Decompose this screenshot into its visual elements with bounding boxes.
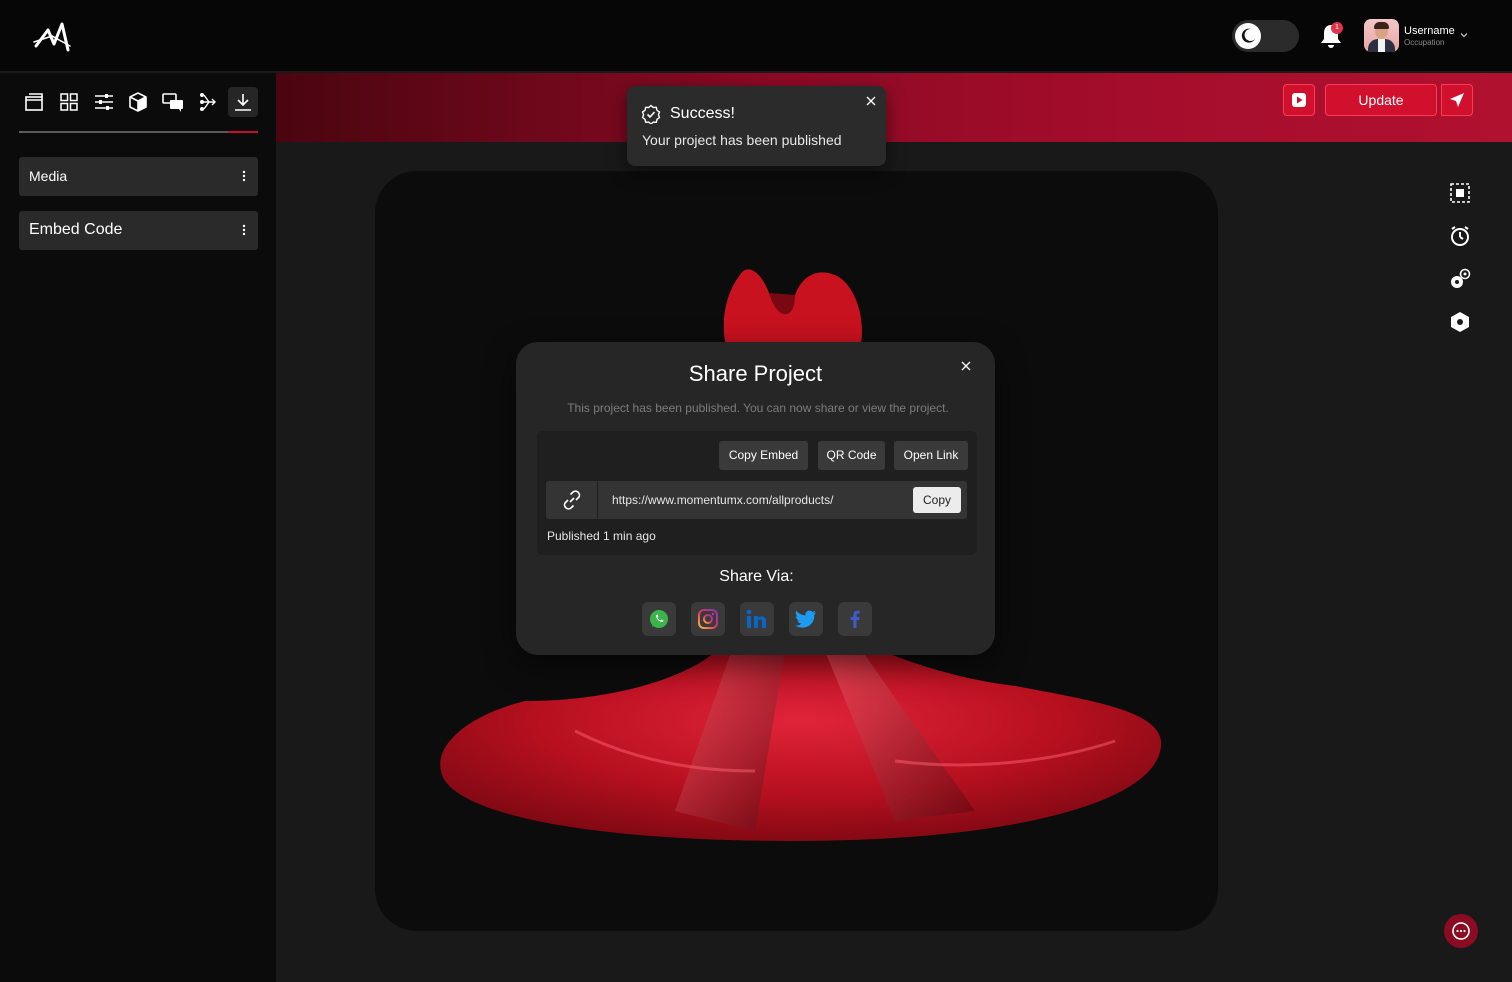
modal-subtitle: This project has been published. You can… bbox=[567, 401, 949, 415]
sliders-icon[interactable] bbox=[89, 87, 119, 117]
chat-button[interactable] bbox=[1444, 914, 1478, 948]
share-url-field[interactable]: https://www.momentumx.com/allproducts/ C… bbox=[546, 481, 967, 519]
copy-embed-button[interactable]: Copy Embed bbox=[719, 441, 808, 470]
copy-url-button[interactable]: Copy bbox=[913, 487, 961, 513]
publish-button[interactable] bbox=[1441, 84, 1473, 116]
instagram-icon[interactable] bbox=[691, 602, 725, 636]
notification-badge: 1 bbox=[1331, 22, 1343, 34]
settings-gears-icon[interactable] bbox=[1447, 266, 1473, 292]
cube-icon[interactable] bbox=[123, 87, 153, 117]
avatar[interactable] bbox=[1364, 19, 1399, 52]
sidebar: Media Embed Code bbox=[0, 73, 276, 982]
moon-icon bbox=[1235, 23, 1261, 49]
share-link-card: Copy Embed QR Code Open Link https://www… bbox=[537, 431, 977, 555]
app-logo-icon[interactable] bbox=[32, 20, 72, 54]
sidebar-item-media[interactable]: Media bbox=[19, 157, 258, 196]
user-occupation: Occupation bbox=[1404, 38, 1445, 47]
modal-title: Share Project bbox=[688, 361, 823, 386]
preview-button[interactable] bbox=[1283, 84, 1315, 116]
linkedin-icon[interactable] bbox=[740, 602, 774, 636]
play-icon bbox=[1292, 93, 1306, 107]
send-icon bbox=[1450, 93, 1464, 107]
user-name[interactable]: Username bbox=[1404, 25, 1455, 37]
timer-icon[interactable] bbox=[1447, 223, 1473, 249]
sidebar-item-embed-code[interactable]: Embed Code bbox=[19, 211, 258, 250]
share-url-text[interactable]: https://www.momentumx.com/allproducts/ bbox=[612, 493, 833, 507]
tool-tabs-active-indicator bbox=[228, 131, 258, 133]
top-bar: 1 Username Occupation bbox=[0, 0, 1512, 72]
flow-icon[interactable] bbox=[193, 87, 223, 117]
chat-icon bbox=[1452, 922, 1470, 940]
sidebar-item-label: Embed Code bbox=[29, 221, 123, 238]
more-vertical-icon[interactable] bbox=[242, 223, 246, 237]
close-icon[interactable] bbox=[864, 94, 878, 108]
facebook-icon[interactable] bbox=[838, 602, 872, 636]
more-vertical-icon[interactable] bbox=[242, 169, 246, 183]
tool-tabs bbox=[19, 87, 259, 121]
chat-bubbles-icon[interactable] bbox=[158, 87, 188, 117]
whatsapp-icon[interactable] bbox=[642, 602, 676, 636]
tool-tabs-track bbox=[19, 131, 258, 133]
hexagon-settings-icon[interactable] bbox=[1447, 309, 1473, 335]
scene-icon[interactable] bbox=[19, 87, 49, 117]
published-status: Published 1 min ago bbox=[547, 529, 656, 543]
download-icon[interactable] bbox=[228, 87, 258, 117]
check-badge-icon bbox=[641, 104, 661, 124]
sidebar-item-label: Media bbox=[29, 168, 68, 184]
update-button[interactable]: Update bbox=[1325, 84, 1437, 116]
toast-message: Your project has been published bbox=[642, 132, 842, 148]
open-link-button[interactable]: Open Link bbox=[894, 441, 968, 470]
frame-icon[interactable] bbox=[1447, 180, 1473, 206]
chevron-down-icon[interactable] bbox=[1460, 31, 1468, 39]
success-toast: Success! Your project has been published bbox=[627, 86, 886, 166]
toast-title: Success! bbox=[670, 105, 735, 122]
share-via-label: Share Via: bbox=[719, 568, 794, 585]
grid-icon[interactable] bbox=[54, 87, 84, 117]
close-icon[interactable] bbox=[959, 359, 973, 373]
twitter-icon[interactable] bbox=[789, 602, 823, 636]
qr-code-button[interactable]: QR Code bbox=[818, 441, 885, 470]
share-project-modal: Share Project This project has been publ… bbox=[516, 342, 995, 655]
theme-toggle[interactable] bbox=[1232, 20, 1299, 52]
link-icon bbox=[546, 481, 598, 519]
